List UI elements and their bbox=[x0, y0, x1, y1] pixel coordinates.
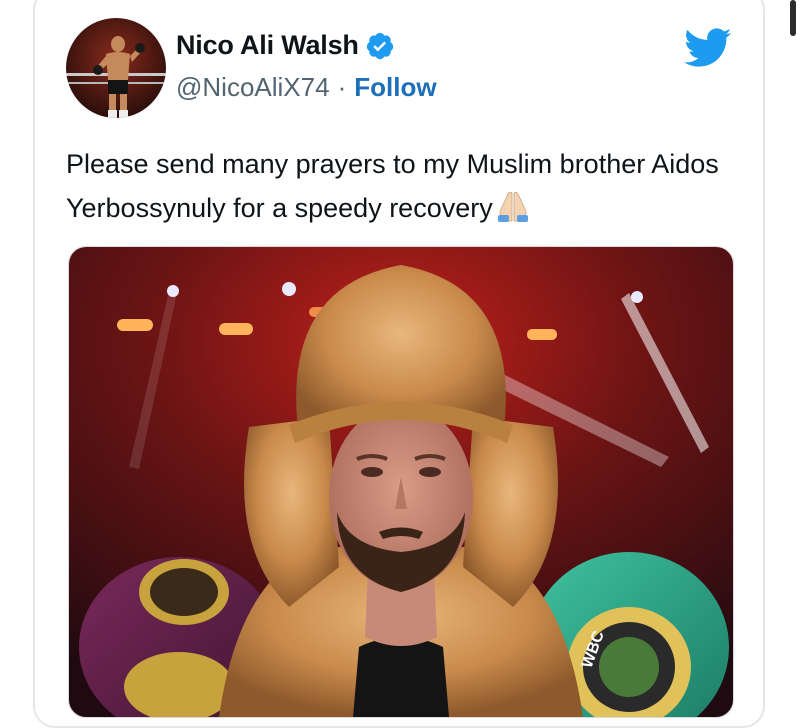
handle-row: @NicoAliX74 · Follow bbox=[176, 72, 437, 103]
verified-badge-icon bbox=[366, 32, 393, 59]
twitter-bird-icon[interactable] bbox=[684, 28, 732, 68]
stage-light bbox=[117, 319, 153, 331]
author-name[interactable]: Nico Ali Walsh bbox=[176, 30, 359, 61]
stage-light bbox=[219, 323, 253, 335]
folded-hands-icon bbox=[497, 191, 528, 222]
photo-fighter-with-belts: WBC bbox=[69, 247, 733, 717]
scrollbar[interactable] bbox=[790, 0, 796, 36]
tweet-media-image[interactable]: WBC bbox=[68, 246, 734, 718]
avatar[interactable] bbox=[66, 18, 166, 118]
separator-dot: · bbox=[337, 72, 347, 102]
author-handle[interactable]: @NicoAliX74 bbox=[176, 72, 330, 103]
avatar-image bbox=[66, 18, 166, 118]
tweet-body: Please send many prayers to my Muslim br… bbox=[66, 149, 719, 223]
author-name-row[interactable]: Nico Ali Walsh bbox=[176, 30, 395, 61]
tweet-text: Please send many prayers to my Muslim br… bbox=[66, 142, 746, 230]
stage-light bbox=[527, 329, 557, 340]
follow-button[interactable]: Follow bbox=[354, 72, 436, 103]
